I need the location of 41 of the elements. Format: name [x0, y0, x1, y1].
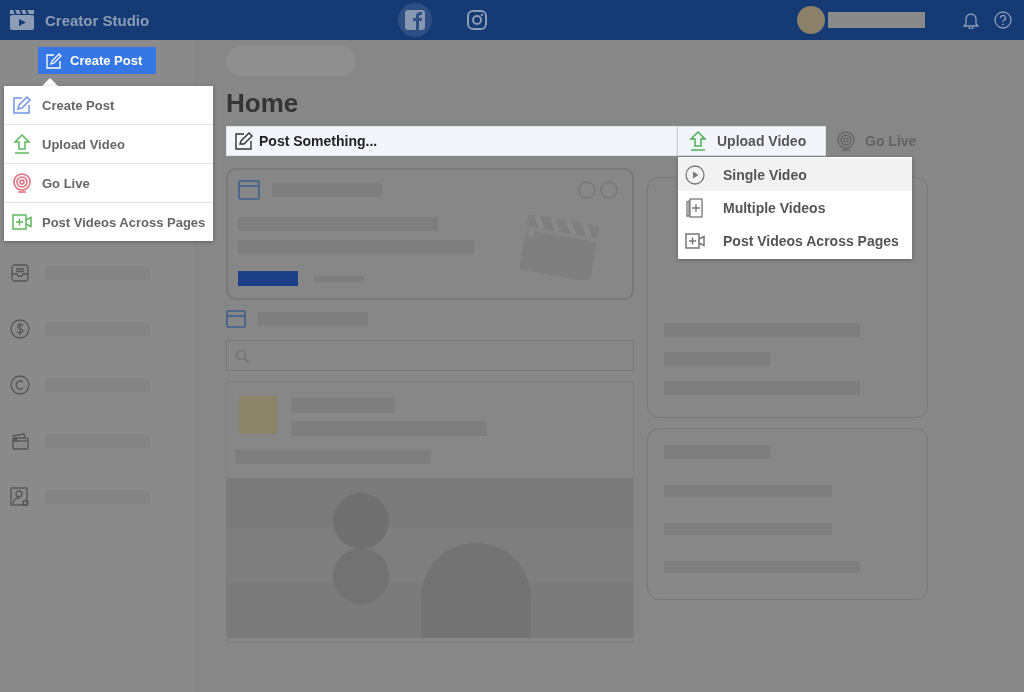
menu-item[interactable]: Upload Video: [4, 124, 214, 163]
menu-item[interactable]: Post Videos Across Pages: [4, 202, 214, 241]
multiple-videos-icon: [685, 197, 705, 218]
menu-item[interactable]: Multiple Videos: [678, 191, 912, 224]
user-settings-icon[interactable]: [10, 487, 30, 507]
menu-item[interactable]: Single Video: [678, 158, 912, 191]
add-video-icon: [685, 230, 705, 251]
inbox-tray-icon[interactable]: [10, 263, 30, 283]
add-video-icon: [12, 212, 32, 232]
folder-stack-icon[interactable]: [10, 431, 30, 451]
f-logo-icon[interactable]: [405, 10, 425, 30]
pencil-icon: [235, 132, 253, 150]
pencil-icon: [12, 95, 32, 115]
dollar-icon[interactable]: [10, 319, 30, 339]
thumbnail: [239, 396, 277, 434]
browser-window-icon: [238, 180, 260, 200]
composer-tab[interactable]: Upload Video: [677, 126, 826, 156]
search-icon: [235, 348, 249, 363]
create-post-button[interactable]: Create Post: [38, 47, 157, 74]
live-broadcast-icon: [836, 131, 856, 151]
live-broadcast-icon: [12, 173, 32, 193]
placeholder-bar: [238, 271, 298, 286]
clapperboard-play-icon: [10, 10, 34, 30]
help-icon[interactable]: [994, 11, 1012, 29]
camera-icon[interactable]: [467, 10, 487, 30]
upload-arrow-icon: [688, 131, 708, 151]
notification-bell-icon[interactable]: [963, 11, 979, 29]
pencil-icon: [46, 52, 62, 69]
platform-tab[interactable]: [398, 3, 432, 37]
play-icon: [685, 164, 705, 185]
menu-item[interactable]: Go Live: [4, 163, 214, 202]
copyright-icon[interactable]: [10, 375, 30, 395]
app-title: Creator Studio: [45, 11, 150, 29]
post-something-field[interactable]: Post Something...: [226, 126, 677, 156]
avatar[interactable]: [797, 6, 825, 34]
menu-item[interactable]: Create Post: [4, 86, 214, 124]
browser-window-icon: [226, 310, 246, 328]
upload-arrow-icon: [12, 134, 32, 154]
page-title: Home: [226, 88, 300, 118]
menu-item[interactable]: Post Videos Across Pages: [678, 224, 912, 257]
search-field[interactable]: [226, 340, 634, 371]
